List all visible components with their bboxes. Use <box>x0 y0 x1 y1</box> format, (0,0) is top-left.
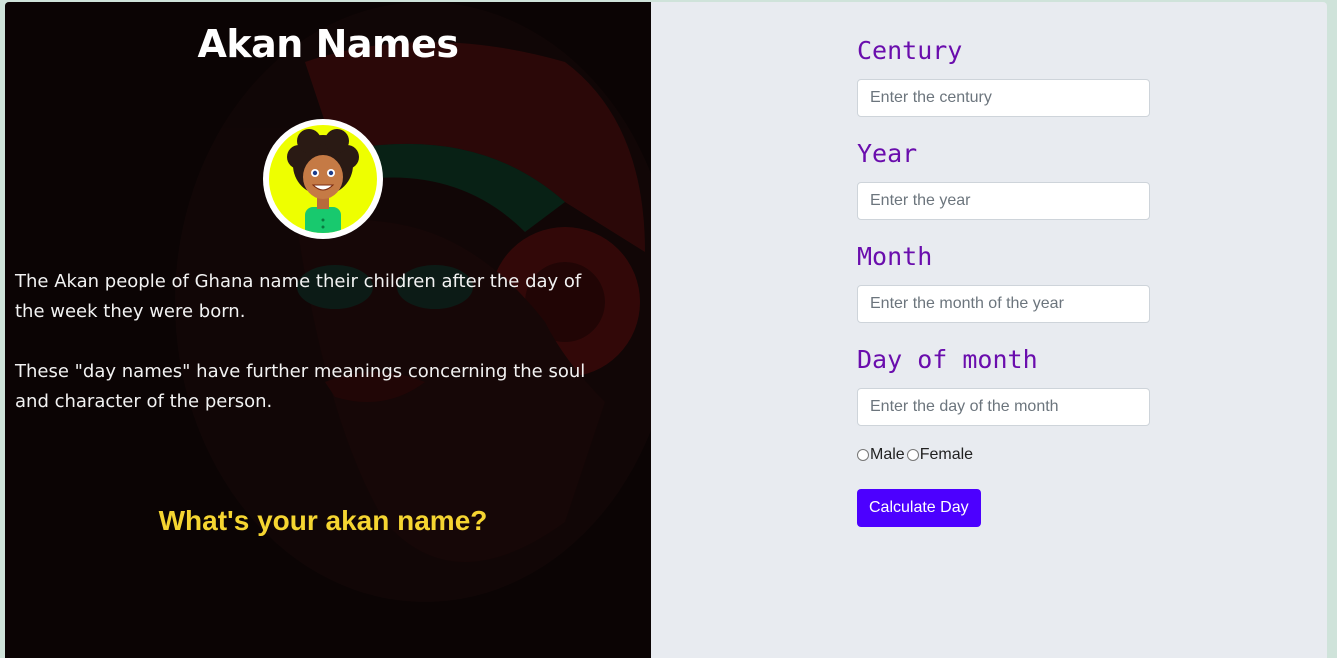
intro-panel: Akan Names The Akan people of Ghana name… <box>5 2 651 658</box>
day-of-month-input[interactable] <box>857 388 1150 426</box>
intro-paragraph: These "day names" have further meanings … <box>15 361 586 412</box>
page: Akan Names The Akan people of Ghana name… <box>5 2 1327 658</box>
century-label: Century <box>857 36 963 65</box>
year-input[interactable] <box>857 182 1150 220</box>
month-input[interactable] <box>857 285 1150 323</box>
avatar <box>263 119 383 239</box>
page-title: Akan Names <box>197 22 459 66</box>
akan-name-question: What's your akan name? <box>158 505 488 536</box>
form-panel: Century Year Month Day of month Male Fem… <box>651 2 1327 658</box>
female-radio-label[interactable]: Female <box>920 446 973 464</box>
male-radio[interactable] <box>857 449 869 461</box>
akan-name-form: Century Year Month Day of month Male Fem… <box>857 32 1151 527</box>
male-radio-label[interactable]: Male <box>870 446 905 464</box>
year-label: Year <box>857 139 918 168</box>
intro-paragraph: The Akan people of Ghana name their chil… <box>15 271 582 322</box>
person-avatar-icon <box>269 125 377 233</box>
day-of-month-label: Day of month <box>857 345 1038 374</box>
female-radio[interactable] <box>906 449 919 461</box>
calculate-day-button[interactable]: Calculate Day <box>857 489 981 527</box>
gender-radio-group: Male Female <box>857 446 1151 464</box>
century-input[interactable] <box>857 79 1150 117</box>
month-label: Month <box>857 242 933 271</box>
intro-text: The Akan people of Ghana name their chil… <box>15 267 615 447</box>
